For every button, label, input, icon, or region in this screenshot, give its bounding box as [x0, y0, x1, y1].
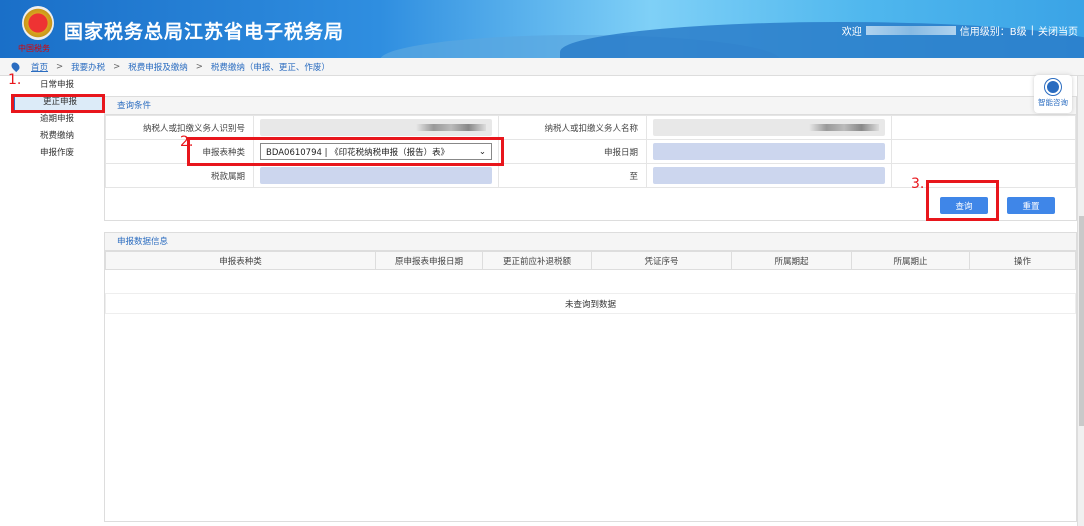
location-pin-icon	[9, 60, 22, 73]
breadcrumb-current: 税费缴纳（申报、更正、作废）	[210, 62, 330, 73]
breadcrumb-item[interactable]: 税费申报及缴纳	[128, 61, 188, 73]
column-header: 凭证序号	[591, 251, 732, 270]
reset-button[interactable]: 重置	[1007, 197, 1055, 214]
taxpayer-name-field	[653, 119, 885, 136]
taxpayer-name-label: 纳税人或扣缴义务人名称	[498, 115, 647, 140]
breadcrumb-home[interactable]: 首页	[31, 61, 48, 73]
breadcrumb-sep: >	[195, 61, 203, 72]
declare-date-label: 申报日期	[498, 139, 647, 164]
sidebar-item-overdue[interactable]: 逾期申报	[0, 111, 104, 128]
annotation-number: 3.	[911, 176, 925, 192]
smart-consult-label: 智能咨询	[1038, 98, 1068, 107]
sidebar-item-payment[interactable]: 税费缴纳	[0, 128, 104, 145]
user-info: 欢迎 信用级别：B级 | 关闭当页	[842, 23, 1078, 38]
annotation-number: 1.	[8, 72, 22, 88]
divider: |	[1030, 25, 1034, 36]
data-panel: 申报数据信息 申报表种类 原申报表申报日期 更正前应补退税额 凭证序号 所属期起…	[104, 232, 1077, 522]
scrollbar[interactable]	[1077, 76, 1084, 526]
credit-level: 信用级别：B级	[959, 27, 1027, 38]
empty-message: 未查询到数据	[105, 293, 1076, 314]
close-page-link[interactable]: 关闭当页	[1038, 23, 1078, 38]
headset-icon	[1045, 79, 1061, 95]
breadcrumb-sep: >	[113, 61, 121, 72]
spacer-row	[106, 270, 1076, 294]
query-panel-title: 查询条件	[105, 97, 1076, 115]
tax-period-label: 税款属期	[105, 163, 254, 188]
annotation-box	[926, 180, 999, 221]
column-header: 操作	[969, 251, 1076, 270]
column-header: 原申报表申报日期	[375, 251, 483, 270]
column-header: 所属期止	[851, 251, 970, 270]
welcome-text: 欢迎	[841, 27, 862, 38]
smart-consult-button[interactable]: 智能咨询	[1034, 75, 1072, 113]
tax-emblem-logo	[22, 6, 54, 40]
scrollbar-thumb[interactable]	[1079, 216, 1084, 426]
tax-period-input[interactable]	[260, 167, 492, 184]
annotation-box	[11, 94, 105, 113]
column-header: 所属期起	[731, 251, 852, 270]
logo-text: 中国税务	[18, 44, 50, 53]
header-banner: 中国税务 国家税务总局江苏省电子税务局 欢迎 信用级别：B级 | 关闭当页	[0, 0, 1084, 58]
username-masked	[865, 26, 956, 35]
breadcrumb-item[interactable]: 我要办税	[71, 61, 105, 73]
to-label: 至	[498, 163, 647, 188]
annotation-box	[187, 137, 504, 166]
declare-date-end-input[interactable]	[653, 167, 885, 184]
column-header: 申报表种类	[105, 251, 376, 270]
breadcrumb-sep: >	[56, 61, 64, 72]
site-title: 国家税务总局江苏省电子税务局	[64, 21, 345, 43]
breadcrumb: 首页 > 我要办税 > 税费申报及缴纳 > 税费缴纳（申报、更正、作废）	[0, 58, 1084, 76]
column-header: 更正前应补退税额	[482, 251, 592, 270]
taxpayer-id-field	[260, 119, 492, 136]
declare-date-start-input[interactable]	[653, 143, 885, 160]
masked-value	[416, 124, 486, 131]
sidebar: 日常申报 更正申报 逾期申报 税费缴纳 申报作废	[0, 77, 104, 162]
data-panel-title: 申报数据信息	[105, 233, 1076, 251]
table-header: 申报表种类 原申报表申报日期 更正前应补退税额 凭证序号 所属期起 所属期止 操…	[105, 251, 1076, 270]
masked-value	[809, 124, 879, 131]
sidebar-item-void[interactable]: 申报作废	[0, 145, 104, 162]
